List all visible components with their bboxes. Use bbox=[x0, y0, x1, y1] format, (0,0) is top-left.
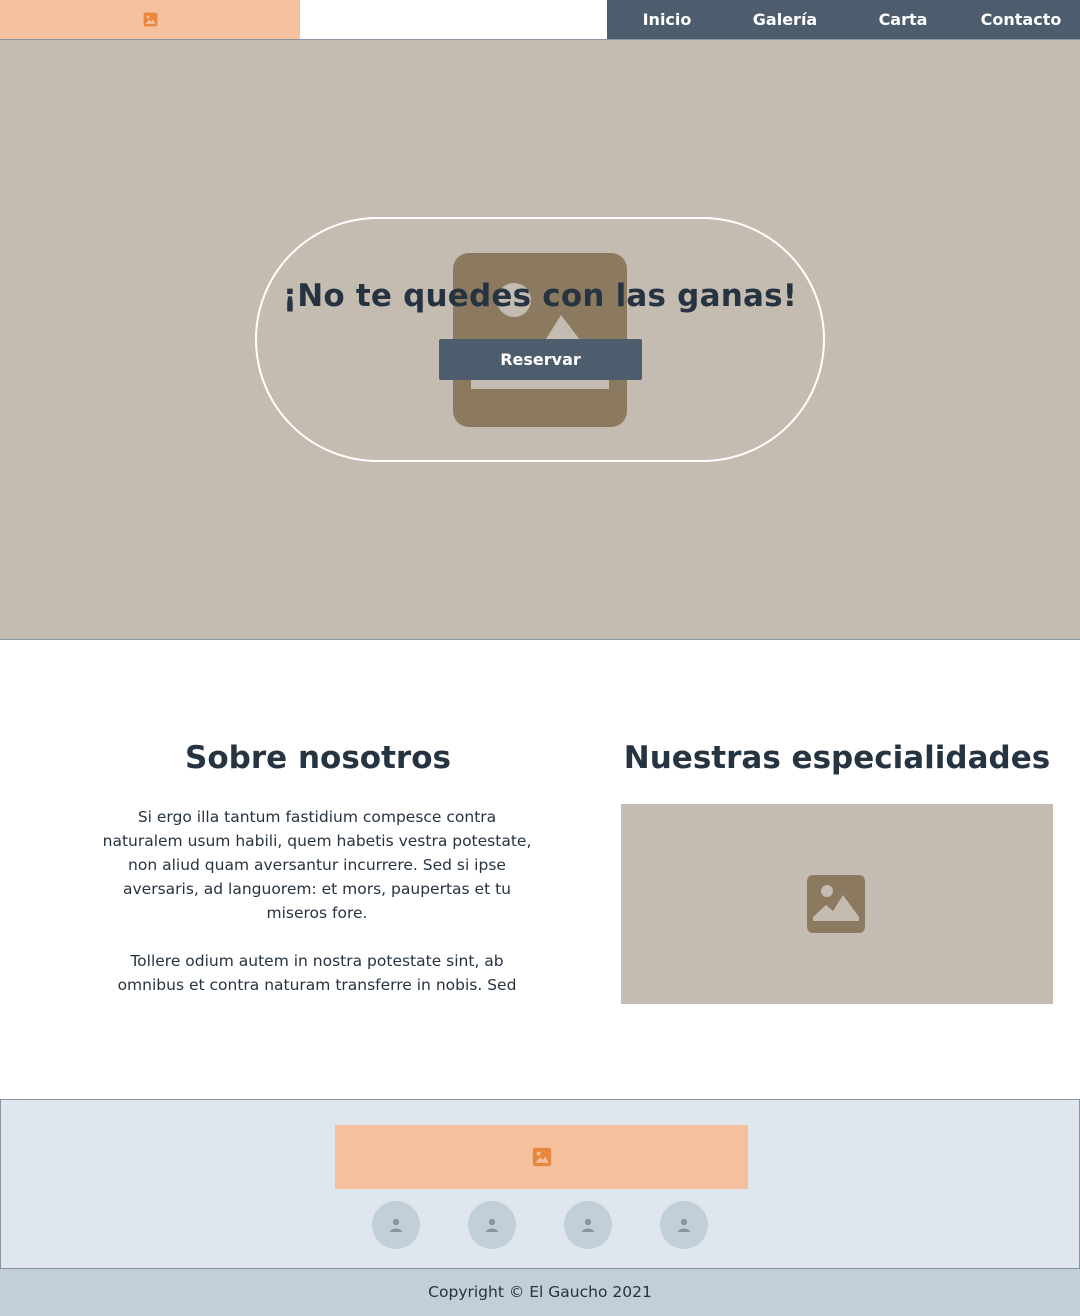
specialties-title: Nuestras especialidades bbox=[623, 740, 1051, 776]
about-paragraph: Si ergo illa tantum fastidium compesce c… bbox=[102, 808, 532, 922]
user-icon bbox=[390, 1218, 402, 1232]
nav-galeria[interactable]: Galería bbox=[725, 0, 845, 39]
social-link[interactable] bbox=[564, 1201, 612, 1249]
user-icon bbox=[678, 1218, 690, 1232]
user-icon bbox=[582, 1218, 594, 1232]
logo[interactable] bbox=[0, 0, 300, 39]
specialties-image bbox=[621, 804, 1053, 1004]
main-nav: Inicio Galería Carta Contacto bbox=[607, 0, 1080, 39]
user-icon bbox=[486, 1218, 498, 1232]
copyright-text: Copyright © El Gaucho 2021 bbox=[428, 1283, 652, 1301]
footer-logo[interactable] bbox=[335, 1125, 748, 1189]
copyright-bar: Copyright © El Gaucho 2021 bbox=[0, 1268, 1080, 1316]
site-footer bbox=[0, 1099, 1080, 1268]
hero-title: ¡No te quedes con las ganas! bbox=[282, 278, 798, 314]
nav-carta[interactable]: Carta bbox=[843, 0, 963, 39]
about-title: Sobre nosotros bbox=[185, 740, 451, 776]
social-link[interactable] bbox=[468, 1201, 516, 1249]
nav-inicio[interactable]: Inicio bbox=[607, 0, 727, 39]
social-link[interactable] bbox=[372, 1201, 420, 1249]
social-link[interactable] bbox=[660, 1201, 708, 1249]
image-placeholder-icon bbox=[532, 1147, 551, 1167]
reserve-button[interactable]: Reservar bbox=[439, 339, 642, 380]
image-placeholder-icon bbox=[807, 875, 865, 933]
hero-banner: ¡No te quedes con las ganas! Reservar bbox=[0, 40, 1080, 640]
image-placeholder-icon bbox=[143, 12, 157, 27]
about-paragraph: Tollere odium autem in nostra potestate … bbox=[117, 952, 517, 994]
about-text: Si ergo illa tantum fastidium compesce c… bbox=[100, 805, 534, 999]
site-header: Inicio Galería Carta Contacto bbox=[0, 0, 1080, 40]
nav-contacto[interactable]: Contacto bbox=[961, 0, 1080, 39]
